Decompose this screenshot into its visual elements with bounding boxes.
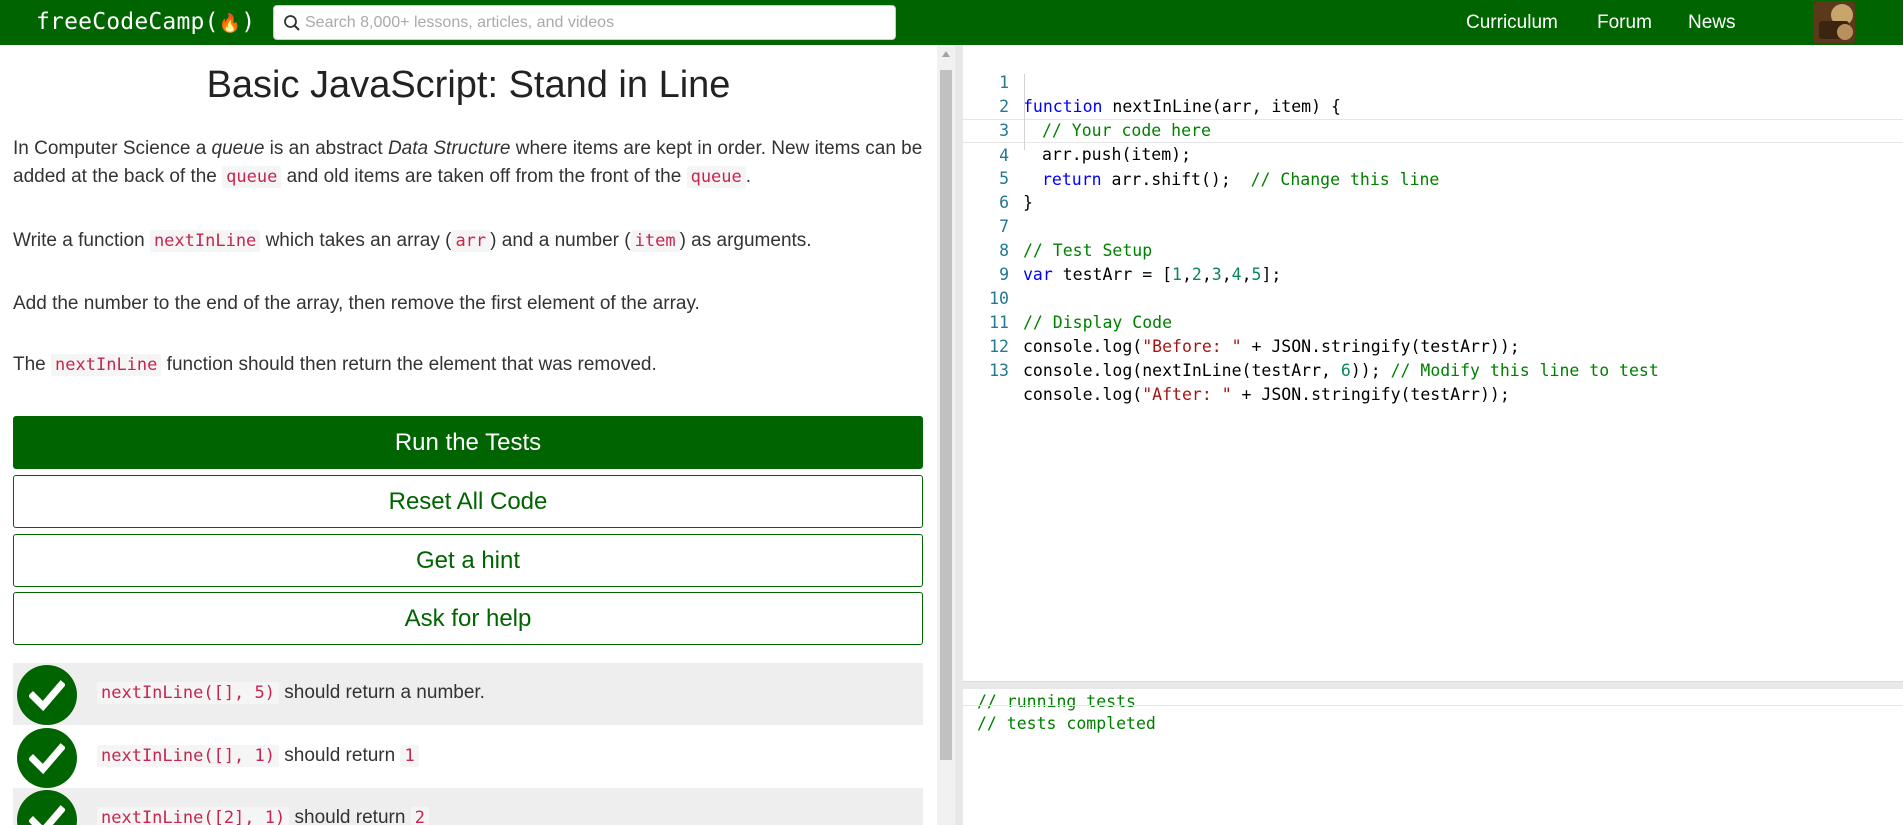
test-code: nextInLine([], 1) <box>97 745 279 767</box>
code-line-current[interactable]: 4 return arr.shift(); // Change this lin… <box>963 119 1903 189</box>
test-return-value: 2 <box>410 807 429 825</box>
test-result-item: nextInLine([], 5) should return a number… <box>13 663 923 725</box>
code-line[interactable]: 13 console.log("After: " + JSON.stringif… <box>963 335 1903 404</box>
flame-icon: 🔥 <box>218 13 242 34</box>
run-tests-button[interactable]: Run the Tests <box>13 416 923 469</box>
inline-code: item <box>630 230 680 252</box>
ask-help-button[interactable]: Ask for help <box>13 592 923 645</box>
search-input[interactable] <box>305 6 890 39</box>
inline-code: nextInLine <box>51 354 162 376</box>
code-line[interactable]: 12 console.log(nextInLine(testArr, 6)); … <box>963 311 1903 380</box>
test-return-value: 1 <box>400 745 419 767</box>
code-line[interactable]: 3 arr.push(item); <box>963 95 1903 164</box>
test-result-item: nextInLine([], 1) should return 1 <box>13 726 923 788</box>
nav-forum[interactable]: Forum <box>1597 11 1652 35</box>
description-paragraph-3: Add the number to the end of the array, … <box>13 293 700 314</box>
inline-code: queue <box>686 166 746 188</box>
fcc-logo[interactable]: freeCodeCamp(🔥) <box>36 6 255 38</box>
challenge-title: Basic JavaScript: Stand in Line <box>206 64 731 106</box>
code-line[interactable]: 7 // Test Setup <box>963 191 1903 260</box>
instructions-panel: Basic JavaScript: Stand in Line In Compu… <box>0 45 937 825</box>
code-editor[interactable]: 1 function nextInLine(arr, item) { 2 // … <box>963 45 1903 681</box>
description-paragraph-2: Write a function nextInLine which takes … <box>13 230 812 252</box>
description-paragraph-4: The nextInLine function should then retu… <box>13 354 657 376</box>
indent-guide <box>1024 74 1025 150</box>
editor-console-resize-handle[interactable] <box>963 681 1903 689</box>
console-line: // running tests <box>977 692 1136 711</box>
get-hint-button[interactable]: Get a hint <box>13 534 923 587</box>
output-console: // running tests // tests completed <box>963 689 1903 825</box>
code-line[interactable]: 9 <box>963 239 1903 284</box>
check-icon <box>17 728 77 788</box>
test-result-item: nextInLine([2], 1) should return 2 <box>13 788 923 825</box>
top-navbar: freeCodeCamp(🔥) Curriculum Forum News <box>0 0 1903 45</box>
scroll-up-arrow-icon[interactable] <box>942 51 950 57</box>
code-line[interactable]: 5 } <box>963 143 1903 212</box>
code-line[interactable]: 10 // Display Code <box>963 263 1903 332</box>
code-line[interactable]: 2 // Your code here <box>963 71 1903 140</box>
nav-curriculum[interactable]: Curriculum <box>1466 11 1558 35</box>
search-bar[interactable] <box>273 5 896 40</box>
console-line: // tests completed <box>977 714 1156 733</box>
reset-code-button[interactable]: Reset All Code <box>13 475 923 528</box>
test-code: nextInLine([], 5) <box>97 682 279 704</box>
check-icon <box>17 665 77 725</box>
inline-code: queue <box>222 166 282 188</box>
logo-close: ) <box>241 9 256 35</box>
search-icon <box>284 15 300 31</box>
code-line[interactable]: 11 console.log("Before: " + JSON.stringi… <box>963 287 1903 356</box>
code-line[interactable]: 6 <box>963 167 1903 212</box>
code-line[interactable]: 8 var testArr = [1,2,3,4,5]; <box>963 215 1903 284</box>
logo-text: freeCodeCamp( <box>36 9 219 35</box>
user-avatar[interactable] <box>1813 1 1855 43</box>
inline-code: arr <box>451 230 491 252</box>
check-icon <box>17 790 77 825</box>
scrollbar-thumb[interactable] <box>940 70 952 760</box>
nav-news[interactable]: News <box>1688 11 1736 35</box>
panel-resize-handle[interactable] <box>955 45 963 825</box>
description-paragraph-1: In Computer Science a queue is an abstra… <box>13 138 923 188</box>
test-code: nextInLine([2], 1) <box>97 807 290 825</box>
code-line[interactable]: 1 function nextInLine(arr, item) { <box>963 47 1903 116</box>
inline-code: nextInLine <box>149 230 261 252</box>
instructions-scrollbar[interactable] <box>937 45 955 825</box>
